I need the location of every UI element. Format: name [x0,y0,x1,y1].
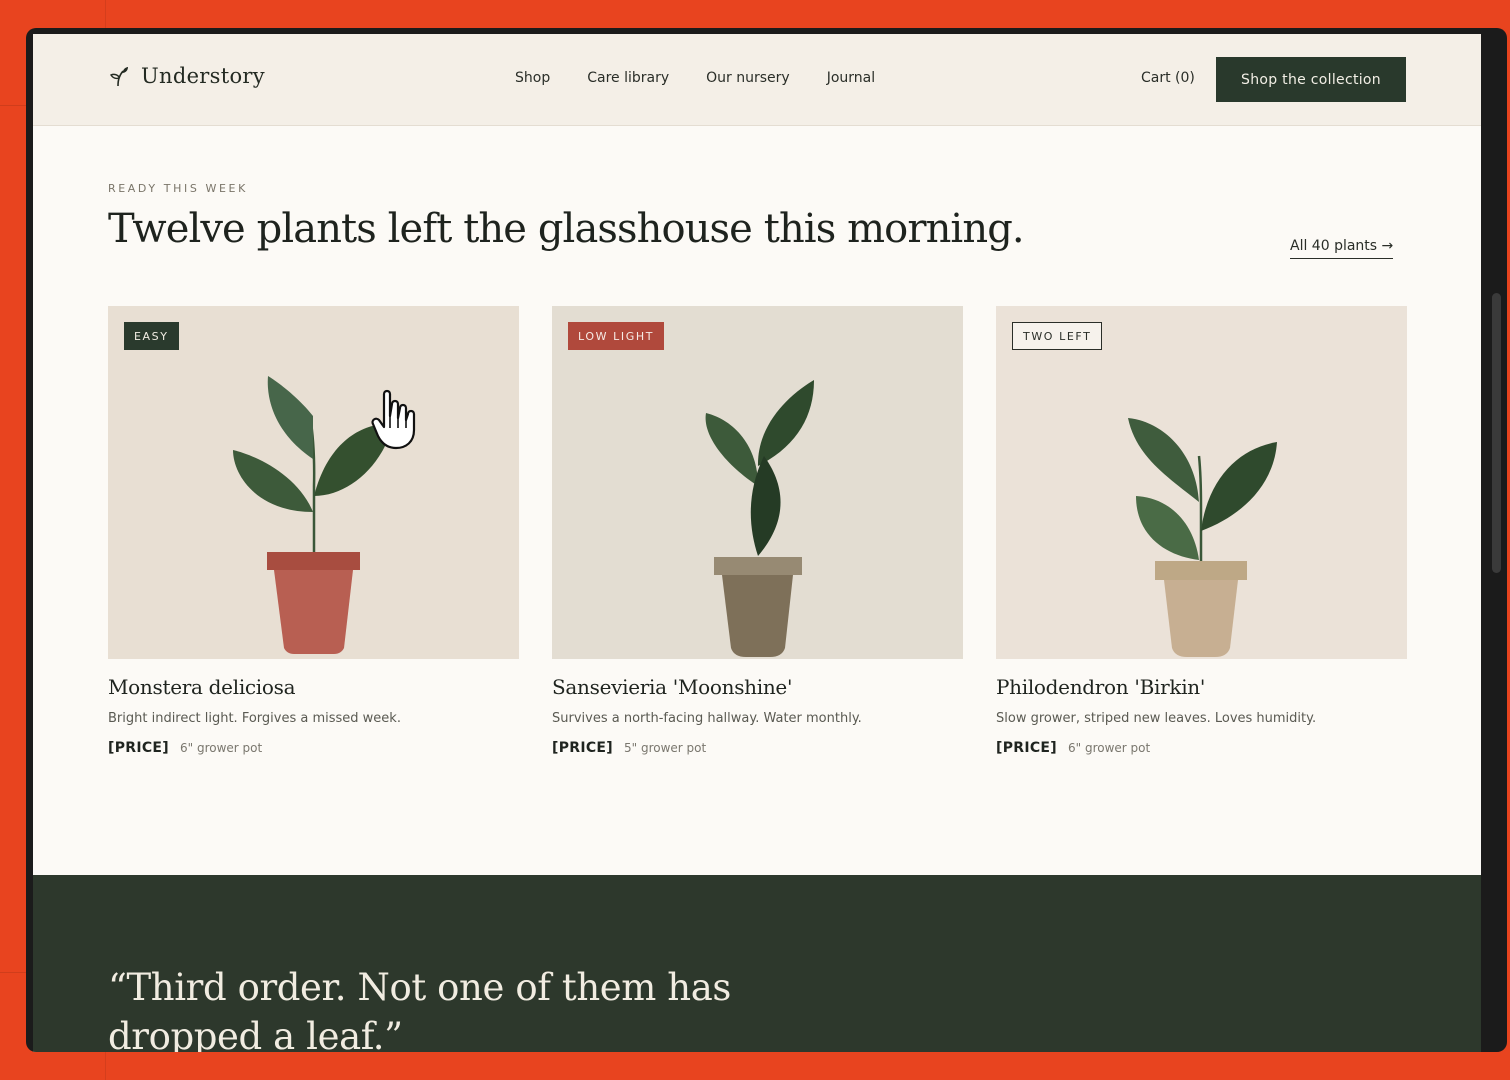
product-description: Bright indirect light. Forgives a missed… [108,711,401,726]
product-description: Survives a north-facing hallway. Water m… [552,711,862,726]
product-card[interactable]: EASY Monstera deliciosa Bright indirect … [108,306,519,756]
product-name[interactable]: Sansevieria 'Moonshine' [552,675,963,699]
product-image[interactable]: TWO LEFT [996,306,1407,659]
all-plants-link[interactable]: All 40 plants → [1290,238,1394,259]
cart-link[interactable]: Cart (0) [1141,70,1195,86]
sprout-icon [109,67,128,87]
pot-rim [267,552,360,570]
pot-rim [1155,561,1247,580]
product-meta: [PRICE] 6" grower pot [996,740,1407,756]
section-headline: Twelve plants left the glasshouse this m… [108,206,1025,252]
product-price: [PRICE] [996,740,1057,756]
section-eyebrow: READY THIS WEEK [108,182,248,195]
testimonial-section: “Third order. Not one of them has droppe… [33,875,1481,1052]
product-meta: [PRICE] 5" grower pot [552,740,963,756]
main-nav: Shop Care library Our nursery Journal [515,70,875,86]
hand-pointer-cursor-icon [371,389,416,450]
brand-name: Understory [141,64,265,88]
pot-body [1164,580,1238,657]
brand-logo[interactable]: Understory [109,64,265,88]
potted-plant-illustration [996,306,1407,659]
product-image[interactable]: LOW LIGHT [552,306,963,659]
product-name[interactable]: Monstera deliciosa [108,675,519,699]
nav-item-shop[interactable]: Shop [515,70,550,86]
product-card[interactable]: TWO LEFT Philodendron 'Birkin' Slow grow… [996,306,1407,756]
product-meta: [PRICE] 6" grower pot [108,740,519,756]
shop-collection-button[interactable]: Shop the collection [1216,57,1406,102]
pot-body [274,570,353,654]
nav-item-our-nursery[interactable]: Our nursery [706,70,790,86]
product-description: Slow grower, striped new leaves. Loves h… [996,711,1317,726]
product-pot-size: 6" grower pot [180,741,263,755]
nav-item-care-library[interactable]: Care library [587,70,669,86]
pot-body [722,575,793,657]
scrollbar-thumb[interactable] [1492,293,1501,573]
testimonial-quote: “Third order. Not one of them has droppe… [108,966,731,1052]
potted-plant-illustration [108,306,519,659]
browser-window: Understory Shop Care library Our nursery… [26,28,1507,1052]
product-image[interactable]: EASY [108,306,519,659]
pot-rim [714,557,802,575]
product-pot-size: 6" grower pot [1068,741,1151,755]
product-price: [PRICE] [552,740,613,756]
product-badge: TWO LEFT [1012,322,1103,350]
product-badge: EASY [124,322,179,350]
product-price: [PRICE] [108,740,169,756]
product-badge: LOW LIGHT [568,322,665,350]
product-pot-size: 5" grower pot [624,741,707,755]
product-card[interactable]: LOW LIGHT Sansevieria 'Moonshine' Surviv… [552,306,963,756]
nav-item-journal[interactable]: Journal [827,70,875,86]
site-header: Understory Shop Care library Our nursery… [33,34,1481,126]
potted-plant-illustration [552,306,963,659]
page-viewport: Understory Shop Care library Our nursery… [33,34,1481,1052]
product-name[interactable]: Philodendron 'Birkin' [996,675,1407,699]
